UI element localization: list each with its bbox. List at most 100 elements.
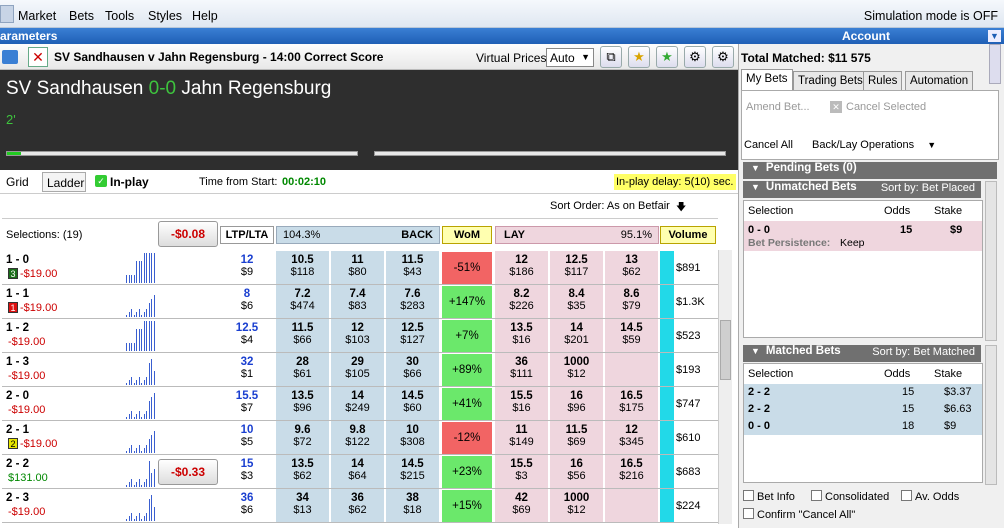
ltp-cell[interactable]: 36 $6: [220, 489, 274, 522]
menu-market[interactable]: Market: [18, 9, 56, 23]
ltp-lta-header[interactable]: LTP/LTA: [220, 226, 274, 244]
menu-styles[interactable]: Styles: [148, 9, 182, 23]
back-price-cell[interactable]: 10 $308: [386, 421, 440, 454]
ltp-cell[interactable]: 12 $9: [220, 251, 274, 284]
back-price-cell[interactable]: 11 $80: [331, 251, 385, 284]
lay-price-cell[interactable]: 12 $186: [495, 251, 549, 284]
settings-gear-icon[interactable]: ⚙: [684, 46, 706, 68]
back-price-cell[interactable]: 12.5 $127: [386, 319, 440, 352]
lay-price-cell[interactable]: 16.5 $175: [605, 387, 659, 420]
unmatched-scrollbar[interactable]: [985, 181, 997, 341]
automation-icon[interactable]: ⚙: [712, 46, 734, 68]
back-price-cell[interactable]: 14.5 $60: [386, 387, 440, 420]
back-price-cell[interactable]: 10.5 $118: [276, 251, 330, 284]
bet-info-checkbox[interactable]: Bet Info: [743, 490, 795, 503]
matched-bets-header[interactable]: ▼ Matched Bets Sort by: Bet Matched: [743, 345, 981, 362]
lay-price-cell[interactable]: 1000 $12: [550, 353, 604, 386]
lay-price-cell[interactable]: 1000 $12: [550, 489, 604, 522]
back-price-cell[interactable]: 7.4 $83: [331, 285, 385, 318]
ltp-cell[interactable]: 12.5 $4: [220, 319, 274, 352]
consolidated-checkbox[interactable]: Consolidated: [811, 490, 889, 503]
favourite-star-icon[interactable]: ★: [628, 46, 650, 68]
account-scrollbar[interactable]: [989, 44, 1001, 84]
table-row[interactable]: 2 - 3 -$19.00 36 $6 34 $13 36 $62 38 $18 42 $69 1000…: [2, 489, 718, 523]
menu-tools[interactable]: Tools: [105, 9, 134, 23]
tab-automation[interactable]: Automation: [905, 71, 974, 90]
table-row[interactable]: 2 - 2 $131.00 -$0.33 15 $3 13.5 $62 14 $64 14.5 $2…: [2, 455, 718, 489]
back-price-cell[interactable]: 13.5 $96: [276, 387, 330, 420]
back-price-cell[interactable]: 12 $103: [331, 319, 385, 352]
collapse-icon[interactable]: [2, 50, 18, 64]
back-price-cell[interactable]: 29 $105: [331, 353, 385, 386]
lay-price-cell[interactable]: 16 $96: [550, 387, 604, 420]
cancel-selected-button[interactable]: ✕ Cancel Selected: [830, 101, 926, 113]
lay-price-cell[interactable]: 16.5 $216: [605, 455, 659, 488]
total-pl-button[interactable]: -$0.08: [158, 221, 218, 247]
popout-icon[interactable]: ⧉: [600, 46, 622, 68]
lay-price-cell[interactable]: 11 $149: [495, 421, 549, 454]
tab-my-bets[interactable]: My Bets: [741, 69, 793, 90]
matched-sort[interactable]: Sort by: Bet Matched: [872, 346, 975, 358]
tab-grid[interactable]: Grid: [6, 175, 29, 189]
lay-price-cell[interactable]: 36 $111: [495, 353, 549, 386]
dropdown-icon[interactable]: ▼: [988, 30, 1001, 42]
amend-bet-button[interactable]: Amend Bet...: [746, 101, 810, 113]
matched-bet-row[interactable]: 2 - 2 15 $3.37: [744, 384, 982, 401]
market-graph-icon[interactable]: ✕: [28, 47, 48, 67]
lay-price-cell[interactable]: 15.5 $3: [495, 455, 549, 488]
virtual-prices-select[interactable]: Auto ▼: [546, 48, 594, 67]
lay-price-cell[interactable]: 14.5 $59: [605, 319, 659, 352]
add-favourite-icon[interactable]: ★: [656, 46, 678, 68]
lay-price-cell[interactable]: 14 $201: [550, 319, 604, 352]
back-price-cell[interactable]: 28 $61: [276, 353, 330, 386]
lay-price-cell[interactable]: 8.2 $226: [495, 285, 549, 318]
back-price-cell[interactable]: 14 $249: [331, 387, 385, 420]
ltp-cell[interactable]: 15.5 $7: [220, 387, 274, 420]
matched-bet-row[interactable]: 0 - 0 18 $9: [744, 418, 982, 435]
table-row[interactable]: 1 - 2 -$19.00 12.5 $4 11.5 $66 12 $103 12.5 $127 1…: [2, 319, 718, 353]
wom-header[interactable]: WoM: [442, 226, 492, 244]
lay-price-cell[interactable]: 8.6 $79: [605, 285, 659, 318]
lay-price-cell[interactable]: 8.4 $35: [550, 285, 604, 318]
av-odds-checkbox[interactable]: Av. Odds: [901, 490, 959, 503]
tab-rules[interactable]: Rules: [863, 71, 903, 90]
tab-ladder[interactable]: Ladder: [42, 172, 86, 192]
back-price-cell[interactable]: 7.6 $283: [386, 285, 440, 318]
tab-trading-bets[interactable]: Trading Bets: [793, 71, 868, 90]
back-price-cell[interactable]: 11.5 $66: [276, 319, 330, 352]
row-pl-button[interactable]: -$0.33: [158, 459, 218, 485]
back-price-cell[interactable]: 9.8 $122: [331, 421, 385, 454]
matched-bet-row[interactable]: 2 - 2 15 $6.63: [744, 401, 982, 418]
matched-scrollbar[interactable]: [985, 345, 997, 485]
back-price-cell[interactable]: 38 $18: [386, 489, 440, 522]
back-price-cell[interactable]: 9.6 $72: [276, 421, 330, 454]
table-row[interactable]: 1 - 1 1 -$19.00 8 $6 7.2 $474 7.4 $83 7.6 $283 8.2 $…: [2, 285, 718, 319]
unmatched-bets-header[interactable]: ▼ Unmatched Bets Sort by: Bet Placed: [743, 181, 981, 198]
back-price-cell[interactable]: 30 $66: [386, 353, 440, 386]
back-price-cell[interactable]: 7.2 $474: [276, 285, 330, 318]
sort-order[interactable]: Sort Order: As on Betfair: [550, 200, 670, 212]
lay-price-cell[interactable]: 16 $56: [550, 455, 604, 488]
lay-price-cell[interactable]: [605, 489, 659, 522]
lay-price-cell[interactable]: [605, 353, 659, 386]
confirm-cancel-all-checkbox[interactable]: Confirm "Cancel All": [743, 508, 855, 521]
menu-help[interactable]: Help: [192, 9, 218, 23]
lay-price-cell[interactable]: 15.5 $16: [495, 387, 549, 420]
volume-header[interactable]: Volume: [660, 226, 716, 244]
lay-price-cell[interactable]: 12.5 $117: [550, 251, 604, 284]
ltp-cell[interactable]: 8 $6: [220, 285, 274, 318]
table-row[interactable]: 1 - 0 3 -$19.00 12 $9 10.5 $118 11 $80 11.5 $43 12 $…: [2, 251, 718, 285]
lay-price-cell[interactable]: 42 $69: [495, 489, 549, 522]
menu-bets[interactable]: Bets: [69, 9, 94, 23]
back-price-cell[interactable]: 13.5 $62: [276, 455, 330, 488]
lay-price-cell[interactable]: 11.5 $69: [550, 421, 604, 454]
back-price-cell[interactable]: 11.5 $43: [386, 251, 440, 284]
table-row[interactable]: 2 - 0 -$19.00 15.5 $7 13.5 $96 14 $249 14.5 $60 15…: [2, 387, 718, 421]
unmatched-bet-row[interactable]: 0 - 0 15 $9 Bet Persistence: Keep: [744, 221, 982, 251]
table-row[interactable]: 1 - 3 -$19.00 32 $1 28 $61 29 $105 30 $66 36 $111 10…: [2, 353, 718, 387]
sort-arrow-icon[interactable]: 🡇: [676, 200, 686, 217]
cancel-all-button[interactable]: Cancel All: [744, 139, 793, 151]
grid-scrollbar[interactable]: [718, 250, 732, 524]
lay-price-cell[interactable]: 12 $345: [605, 421, 659, 454]
back-price-cell[interactable]: 14 $64: [331, 455, 385, 488]
